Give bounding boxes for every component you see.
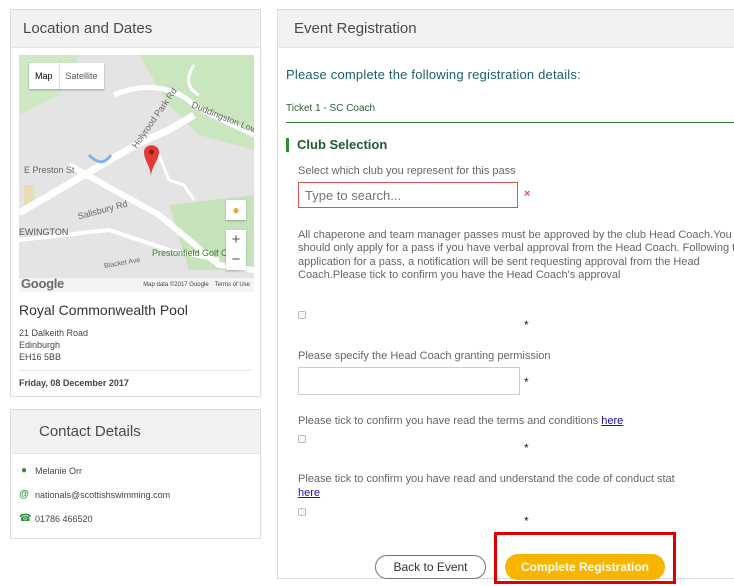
event-date: Friday, 08 December 2017 <box>19 378 129 388</box>
highlight-annotation-box <box>494 532 676 584</box>
contact-phone[interactable]: 01786 466520 <box>35 514 93 524</box>
registration-panel-title: Event Registration <box>278 10 734 48</box>
street-view-pegman-icon[interactable]: ● <box>226 200 246 220</box>
address-line: Edinburgh <box>19 340 61 350</box>
address-line: EH16 5BB <box>19 352 62 362</box>
contact-email[interactable]: nationals@scottishswimming.com <box>35 490 170 500</box>
conduct-question-label: Please tick to confirm you have read and… <box>298 473 675 485</box>
contact-panel: Contact Details ● Melanie Orr @ national… <box>10 409 261 539</box>
google-logo: Google <box>21 276 64 291</box>
required-marker: * <box>524 514 529 528</box>
venue-name: Royal Commonwealth Pool <box>19 302 188 318</box>
conduct-link[interactable]: here <box>298 487 320 500</box>
terms-link[interactable]: here <box>601 415 623 427</box>
map-area-label: EWINGTON <box>19 227 69 237</box>
club-search-input[interactable] <box>298 182 518 208</box>
required-marker: * <box>524 375 529 389</box>
address-line: 21 Dalkeith Road <box>19 328 89 338</box>
clear-icon[interactable]: × <box>524 188 530 200</box>
contact-panel-title: Contact Details <box>11 410 260 454</box>
map-type-map-button[interactable]: Map <box>29 63 60 89</box>
club-question-label: Select which club you represent for this… <box>298 165 516 177</box>
phone-icon: ☎ <box>19 513 32 524</box>
divider <box>19 370 252 371</box>
zoom-in-button[interactable]: + <box>226 230 246 250</box>
head-coach-input[interactable] <box>298 367 520 395</box>
terms-checkbox[interactable] <box>298 435 306 443</box>
map-data-text: Map data ©2017 Google <box>143 282 209 288</box>
ticket-divider <box>286 122 734 123</box>
ticket-label: Ticket 1 - SC Coach <box>286 103 376 114</box>
venue-map[interactable]: Map Satellite E Preston St Salisbury Rd … <box>19 55 254 292</box>
map-terms-link[interactable]: Terms of Use <box>215 282 250 288</box>
contact-name-row: ● Melanie Orr <box>19 465 83 477</box>
head-coach-question-label: Please specify the Head Coach granting p… <box>298 350 551 362</box>
map-poi-label: Prestonfield Golf C <box>152 248 228 258</box>
terms-question-label: Please tick to confirm you have read the… <box>298 415 623 428</box>
section-title: Club Selection <box>286 138 387 152</box>
terms-question-text: Please tick to confirm you have read the… <box>298 415 602 427</box>
approval-paragraph: All chaperone and team manager passes mu… <box>298 229 734 282</box>
required-marker: * <box>524 318 529 332</box>
required-marker: * <box>524 441 529 455</box>
location-panel-title: Location and Dates <box>11 10 260 48</box>
zoom-out-button[interactable]: − <box>226 250 246 270</box>
at-icon: @ <box>19 489 29 500</box>
map-street-label: E Preston St <box>24 165 75 175</box>
back-to-event-button[interactable]: Back to Event <box>375 555 486 579</box>
contact-phone-row[interactable]: ☎ 01786 466520 <box>19 513 93 525</box>
conduct-checkbox[interactable] <box>298 508 306 516</box>
map-type-satellite-button[interactable]: Satellite <box>60 63 104 89</box>
map-type-control[interactable]: Map Satellite <box>29 63 104 89</box>
contact-name: Melanie Orr <box>35 466 83 476</box>
contact-email-row[interactable]: @ nationals@scottishswimming.com <box>19 489 170 501</box>
head-coach-approval-checkbox[interactable] <box>298 311 306 319</box>
person-icon: ● <box>20 465 28 476</box>
registration-panel: Event Registration Please complete the f… <box>277 9 734 580</box>
location-panel: Location and Dates Map Satellite E Prest… <box>10 9 261 397</box>
registration-intro: Please complete the following registrati… <box>286 67 581 82</box>
